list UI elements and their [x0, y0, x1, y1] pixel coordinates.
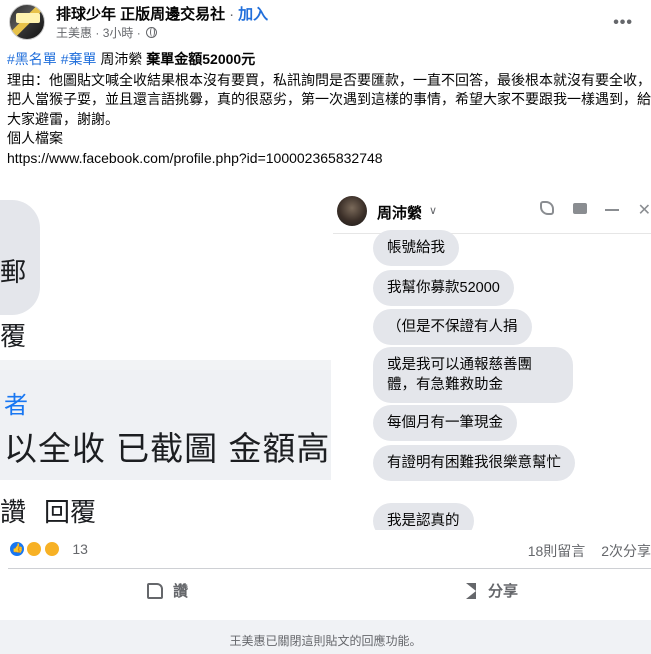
chat-message: 我是認真的: [373, 503, 474, 530]
divider: [8, 568, 651, 569]
video-icon: [572, 203, 587, 214]
share-label: 分享: [488, 583, 519, 600]
meta-dot: ·: [136, 26, 141, 40]
chat-message: 或是我可以通報慈善團體，有急難救助金: [373, 347, 573, 403]
author-name-link[interactable]: 王美惠: [56, 26, 92, 40]
image-text-char: 郵: [0, 257, 27, 287]
profile-url-link[interactable]: https://www.facebook.com/profile.php?id=…: [7, 149, 651, 169]
chat-avatar: [337, 196, 367, 226]
image-text-reply: 回覆: [44, 497, 97, 527]
post-title: 棄單金額52000元: [146, 51, 256, 67]
phone-icon: [540, 201, 555, 215]
hashtag-link[interactable]: #棄單: [61, 51, 97, 67]
thumbs-up-icon: [147, 583, 163, 599]
reason-text: 理由：他圖貼文喊全收結果根本沒有要買，私訊詢問是否要匯款，一直不回答，最後根本就…: [7, 71, 651, 127]
share-button[interactable]: 分享: [466, 580, 518, 601]
like-label: 讚: [173, 583, 189, 600]
post-images: 郵 覆 者 以全收 已截圖 金額高 讚 回覆 周沛縈 ∨ ✕ 帳號給我 我幫你募…: [0, 190, 651, 530]
join-group-link[interactable]: 加入: [238, 6, 268, 23]
image-text-blue: 者: [4, 392, 28, 419]
image-text-char: 讚: [0, 497, 27, 527]
chevron-down-icon: ∨: [429, 205, 438, 217]
post-header: 排球少年 正版周邊交易社 · 加入 王美惠 · 3小時 · •••: [0, 0, 651, 44]
reaction-count: 13: [72, 541, 88, 557]
chat-message: （但是不保證有人捐: [373, 309, 532, 345]
shares-count-link[interactable]: 2次分享: [601, 543, 651, 559]
notice-text: 王美惠已關閉這則貼文的回應功能。: [229, 634, 422, 648]
group-avatar[interactable]: [9, 4, 45, 40]
meta-dot: ·: [95, 26, 100, 40]
screenshot-image-left[interactable]: 郵 覆 者 以全收 已截圖 金額高 讚 回覆: [0, 190, 331, 530]
group-title-line: 排球少年 正版周邊交易社 · 加入: [56, 3, 268, 24]
minimize-icon: [605, 209, 620, 211]
share-icon: [466, 583, 476, 599]
close-icon: ✕: [637, 202, 651, 219]
hashtag-link[interactable]: #黑名單: [7, 51, 57, 67]
more-options-icon[interactable]: •••: [613, 14, 633, 32]
sad-reaction-icon: [42, 540, 61, 558]
globe-icon: [146, 27, 158, 38]
chat-message: 我幫你募款52000: [373, 270, 514, 306]
comments-disabled-notice: 王美惠已關閉這則貼文的回應功能。: [0, 620, 651, 654]
separator: ·: [229, 6, 235, 23]
comments-count-link[interactable]: 18則留言: [528, 543, 586, 559]
chat-header-icons: ✕: [526, 200, 651, 220]
chat-message: 有證明有困難我很樂意幫忙: [373, 445, 575, 481]
care-reaction-icon: [25, 540, 44, 558]
image-panel-top: [0, 190, 331, 360]
chat-message: 每個月有一筆現金: [373, 405, 517, 441]
post-body: #黑名單 #棄單 周沛縈 棄單金額52000元 理由：他圖貼文喊全收結果根本沒有…: [7, 50, 651, 168]
chat-header: 周沛縈 ∨ ✕: [333, 190, 651, 234]
image-text-char: 覆: [0, 321, 27, 351]
post-stats: 18則留言 2次分享: [516, 541, 651, 561]
group-name-link[interactable]: 排球少年 正版周邊交易社: [56, 6, 225, 23]
screenshot-image-right[interactable]: 周沛縈 ∨ ✕ 帳號給我 我幫你募款52000 （但是不保證有人捐 或是我可以通…: [333, 190, 651, 530]
chat-contact-name: 周沛縈: [377, 205, 423, 222]
reported-name: 周沛縈: [100, 51, 143, 67]
post-time-link[interactable]: 3小時: [103, 26, 134, 40]
post-meta: 王美惠 · 3小時 ·: [56, 24, 158, 41]
chat-message: 帳號給我: [373, 230, 459, 266]
like-reaction-icon: [8, 540, 26, 558]
like-button[interactable]: 讚: [147, 580, 188, 601]
reaction-summary[interactable]: 13: [8, 540, 88, 560]
post-title-line: #黑名單 #棄單 周沛縈 棄單金額52000元: [7, 50, 651, 70]
profile-label: 個人檔案: [7, 130, 63, 146]
action-bar: 讚 分享: [0, 570, 651, 614]
image-text-line: 以全收 已截圖 金額高: [4, 430, 331, 467]
